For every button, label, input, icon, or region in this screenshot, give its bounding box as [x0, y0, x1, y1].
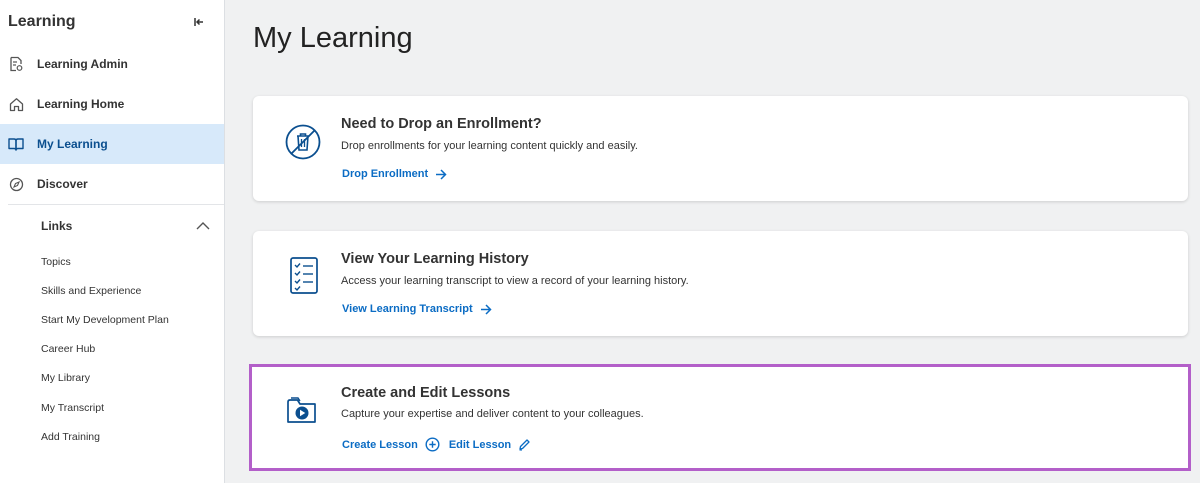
card-title: Need to Drop an Enrollment?	[341, 116, 542, 132]
sidebar-link-career-hub[interactable]: Career Hub	[0, 335, 224, 364]
card-description: Access your learning transcript to view …	[341, 275, 689, 287]
card-description: Drop enrollments for your learning conte…	[341, 140, 638, 152]
nav-label: Learning Admin	[37, 57, 128, 71]
home-icon	[8, 96, 24, 112]
card-title: Create and Edit Lessons	[341, 385, 511, 401]
sidebar: Learning Learning Admin Learning Home My…	[0, 0, 225, 483]
sidebar-title: Learning	[8, 13, 76, 30]
links-section-header[interactable]: Links	[0, 205, 224, 247]
sidebar-link-skills[interactable]: Skills and Experience	[0, 276, 224, 305]
link-label: Drop Enrollment	[342, 168, 429, 180]
main-content: My Learning Need to Drop an Enrollment? …	[226, 0, 1200, 483]
view-learning-transcript-link[interactable]: View Learning Transcript	[342, 303, 492, 315]
link-label: Create Lesson	[342, 438, 418, 451]
nav-item-learning-home[interactable]: Learning Home	[0, 84, 224, 124]
card-links: View Learning Transcript	[342, 303, 501, 315]
drop-enrollment-card: Need to Drop an Enrollment? Drop enrollm…	[253, 96, 1188, 201]
create-edit-lessons-card: Create and Edit Lessons Capture your exp…	[249, 364, 1191, 471]
card-title: View Your Learning History	[341, 251, 529, 267]
links-header-label: Links	[41, 219, 73, 233]
edit-lesson-link[interactable]: Edit Lesson	[449, 438, 531, 451]
page-title: My Learning	[253, 22, 413, 54]
card-links: Create Lesson Edit Lesson	[342, 437, 540, 452]
card-description: Capture your expertise and deliver conte…	[341, 408, 644, 420]
chevron-up-icon[interactable]	[196, 219, 210, 233]
arrow-right-icon	[436, 168, 447, 180]
learning-history-card: View Your Learning History Access your l…	[253, 231, 1188, 336]
sidebar-link-my-library[interactable]: My Library	[0, 364, 224, 393]
nav-item-discover[interactable]: Discover	[0, 164, 224, 204]
sidebar-link-my-transcript[interactable]: My Transcript	[0, 393, 224, 422]
nav-item-learning-admin[interactable]: Learning Admin	[0, 44, 224, 84]
sidebar-link-add-training[interactable]: Add Training	[0, 422, 224, 451]
no-trash-icon	[283, 122, 323, 162]
nav-label: Learning Home	[37, 97, 125, 111]
checklist-icon	[283, 255, 323, 295]
admin-doc-icon	[8, 56, 24, 72]
nav-label: My Learning	[37, 137, 108, 151]
book-icon	[8, 136, 24, 152]
sidebar-link-topics[interactable]: Topics	[0, 247, 224, 276]
arrow-right-icon	[480, 303, 492, 315]
pencil-icon	[519, 439, 530, 451]
drop-enrollment-link[interactable]: Drop Enrollment	[342, 168, 447, 180]
link-label: Edit Lesson	[448, 438, 512, 451]
compass-icon	[8, 176, 24, 192]
plus-circle-icon	[425, 437, 440, 452]
card-links: Drop Enrollment	[342, 168, 456, 180]
create-lesson-link[interactable]: Create Lesson	[342, 437, 440, 452]
link-label: View Learning Transcript	[342, 303, 473, 315]
sidebar-header: Learning	[0, 0, 224, 44]
collapse-sidebar-icon[interactable]	[192, 15, 206, 29]
nav-item-my-learning[interactable]: My Learning	[0, 124, 224, 164]
sidebar-link-dev-plan[interactable]: Start My Development Plan	[0, 305, 224, 334]
nav-label: Discover	[37, 177, 88, 191]
video-folder-icon	[285, 394, 325, 434]
